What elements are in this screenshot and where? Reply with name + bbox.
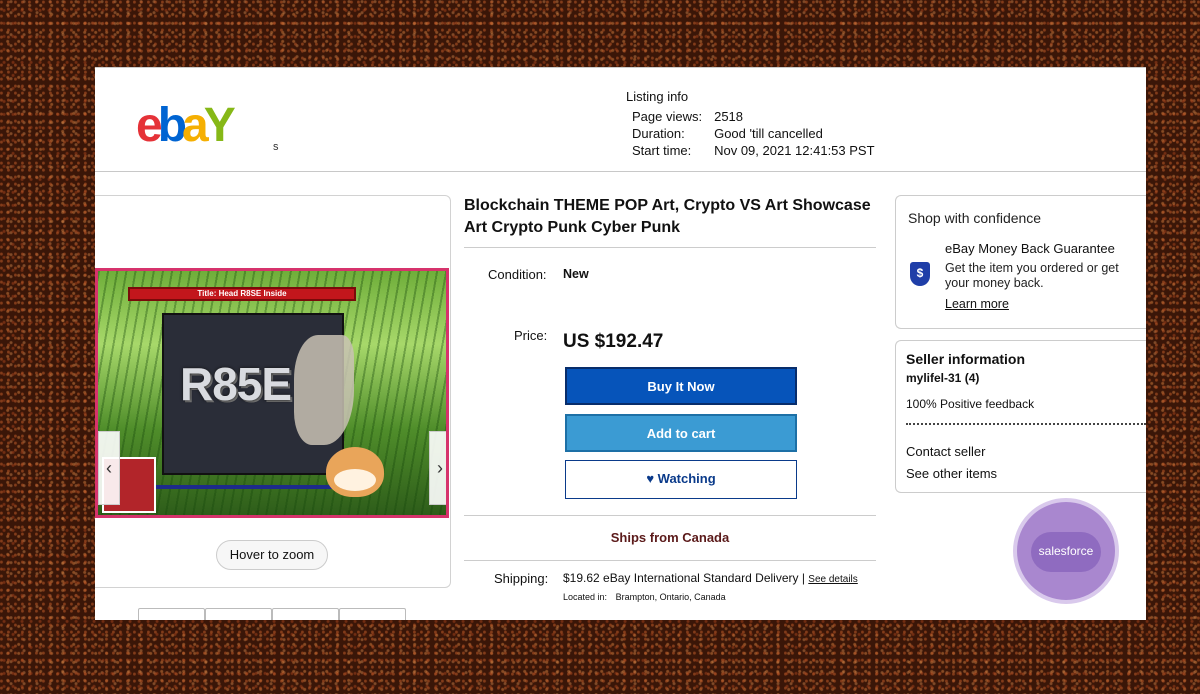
heart-icon: ♥ bbox=[646, 471, 655, 486]
watching-button[interactable]: ♥ Watching bbox=[565, 460, 797, 499]
info-row: Page views: 2518 bbox=[632, 109, 887, 126]
info-label: Page views: bbox=[632, 109, 703, 124]
guarantee-title: eBay Money Back Guarantee bbox=[945, 241, 1115, 256]
paint-splash bbox=[294, 335, 354, 445]
location-info: Located in: Brampton, Ontario, Canada bbox=[563, 592, 726, 602]
shipping-label: Shipping: bbox=[494, 571, 549, 586]
thumbnail-tab[interactable] bbox=[272, 608, 339, 620]
seller-name-link[interactable]: mylifel-31 (4) bbox=[906, 371, 979, 385]
thumbnail-tab[interactable] bbox=[205, 608, 272, 620]
header-bar: ebaY s Listing info Page views: 2518 Dur… bbox=[95, 68, 1146, 172]
divider bbox=[464, 560, 876, 561]
main-product-image[interactable]: Title: Head R8SE Inside R85E ‹ › bbox=[95, 268, 449, 518]
condition-label: Condition: bbox=[488, 267, 547, 282]
info-value: Good 'till cancelled bbox=[714, 126, 823, 141]
shield-icon: $ bbox=[910, 262, 930, 286]
buy-it-now-button[interactable]: Buy It Now bbox=[565, 367, 797, 405]
ebay-logo[interactable]: ebaY bbox=[136, 102, 236, 150]
guarantee-description: Get the item you ordered or get your mon… bbox=[945, 261, 1119, 290]
located-label: Located in: bbox=[563, 592, 608, 602]
artwork-underline bbox=[156, 485, 332, 489]
listing-info: Listing info Page views: 2518 Duration: … bbox=[626, 89, 887, 160]
next-image-button[interactable]: › bbox=[429, 431, 446, 505]
logo-suffix: s bbox=[273, 141, 279, 153]
image-gallery: Title: Head R8SE Inside R85E ‹ › Hover t… bbox=[95, 195, 451, 588]
info-label: Start time: bbox=[632, 143, 692, 158]
salesforce-badge: salesforce bbox=[1013, 498, 1119, 604]
ships-from: Ships from Canada bbox=[610, 530, 730, 545]
plush-toy bbox=[326, 447, 384, 497]
condition-row: Condition: bbox=[488, 267, 547, 282]
info-label: Duration: bbox=[632, 126, 685, 141]
located-value: Brampton, Ontario, Canada bbox=[615, 592, 726, 602]
shop-with-confidence-box: Shop with confidence $ eBay Money Back G… bbox=[895, 195, 1146, 329]
dotted-divider bbox=[906, 423, 1146, 425]
info-value: 2518 bbox=[714, 109, 744, 124]
info-value: Nov 09, 2021 12:41:53 PST bbox=[714, 143, 875, 158]
artwork-frame: R85E bbox=[162, 313, 354, 475]
artwork-text: R85E bbox=[180, 358, 292, 410]
prev-image-button[interactable]: ‹ bbox=[98, 431, 120, 505]
salesforce-logo-text: salesforce bbox=[1038, 544, 1094, 558]
product-details: Blockchain THEME POP Art, Crypto VS Art … bbox=[464, 195, 876, 602]
image-banner: Title: Head R8SE Inside bbox=[128, 287, 356, 301]
see-other-items-link[interactable]: See other items bbox=[906, 466, 997, 481]
watching-label: Watching bbox=[657, 471, 716, 486]
info-row: Duration: Good 'till cancelled bbox=[632, 126, 887, 143]
shipping-cost: $19.62 bbox=[563, 571, 600, 585]
add-to-cart-button[interactable]: Add to cart bbox=[565, 414, 797, 452]
seller-information-box: Seller information mylifel-31 (4) 100% P… bbox=[895, 340, 1146, 493]
divider bbox=[464, 515, 876, 516]
thumbnail-tab[interactable] bbox=[138, 608, 205, 620]
confidence-title: Shop with confidence bbox=[908, 210, 1042, 226]
shipping-info: $19.62 eBay International Standard Deliv… bbox=[563, 571, 858, 585]
contact-seller-link[interactable]: Contact seller bbox=[906, 444, 985, 459]
shipping-method: eBay International Standard Delivery | bbox=[603, 571, 805, 585]
price-value: US $192.47 bbox=[563, 331, 664, 352]
seller-feedback: 100% Positive feedback bbox=[906, 397, 1035, 411]
listing-info-table: Page views: 2518 Duration: Good 'till ca… bbox=[632, 109, 887, 160]
info-row: Start time: Nov 09, 2021 12:41:53 PST bbox=[632, 143, 887, 160]
see-details-link[interactable]: See details bbox=[808, 574, 857, 585]
condition-value: New bbox=[563, 267, 589, 281]
product-title: Blockchain THEME POP Art, Crypto VS Art … bbox=[464, 195, 876, 248]
listing-info-title: Listing info bbox=[626, 89, 689, 104]
thumbnail-tab[interactable] bbox=[339, 608, 406, 620]
seller-title: Seller information bbox=[906, 351, 1026, 367]
hover-to-zoom-button[interactable]: Hover to zoom bbox=[216, 540, 328, 570]
ebay-listing-window: ebaY s Listing info Page views: 2518 Dur… bbox=[95, 67, 1146, 620]
learn-more-link[interactable]: Learn more bbox=[945, 297, 1009, 311]
price-label: Price: bbox=[514, 328, 548, 343]
